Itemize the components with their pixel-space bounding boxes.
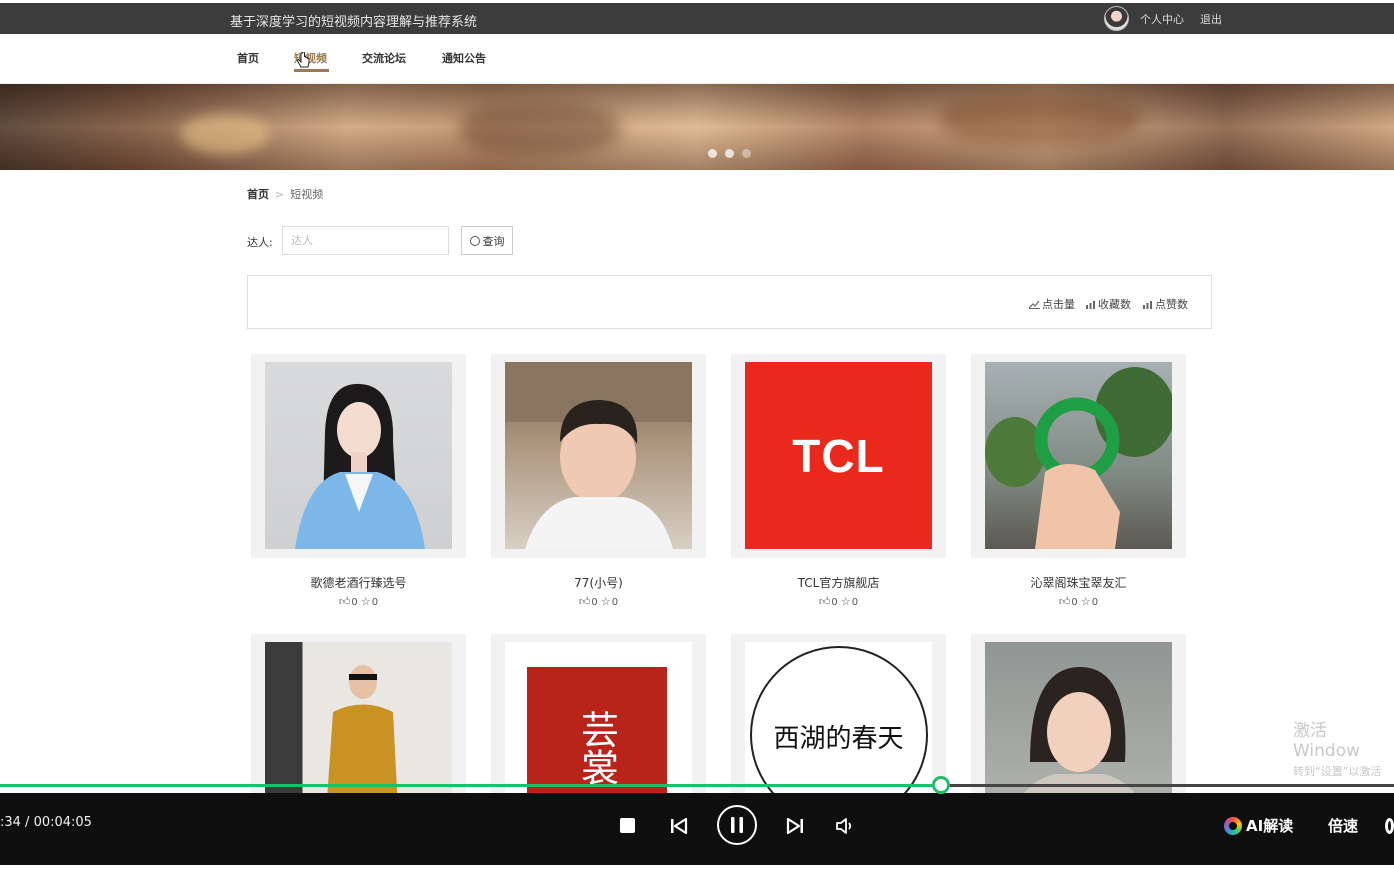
like-count: 0 [591,597,598,608]
carousel-dot[interactable] [708,149,717,158]
logo-text: 西湖的春天 [773,724,904,754]
watermark-line1: 激活 Window [1293,721,1361,761]
carousel-dot[interactable] [742,149,751,158]
sort-favorites-label: 收藏数 [1098,298,1131,311]
stop-button[interactable] [617,815,637,835]
card-stats: 👍︎0 ☆0 [731,595,946,608]
video-card[interactable]: 歌德老酒行臻选号 👍︎0 ☆0 [251,354,466,608]
volume-icon [836,818,852,834]
thumbnail-image: TCL [745,362,932,549]
banner-shape [460,104,620,154]
video-thumbnail[interactable]: TCL [731,354,946,558]
breadcrumb-current: 短视频 [290,188,324,201]
star-icon[interactable]: ☆ [1081,595,1091,608]
sort-likes-label: 点赞数 [1155,298,1188,311]
sort-bar: 点击量 收藏数 点赞数 [247,275,1212,329]
search-input[interactable] [282,226,449,255]
nav-item-home[interactable]: 首页 [237,50,259,66]
progress-handle[interactable] [932,776,950,794]
star-icon[interactable]: ☆ [841,595,851,608]
ai-interpret-label: AI解读 [1246,817,1294,835]
banner-light [180,114,270,154]
ai-logo-icon [1224,816,1242,835]
star-icon[interactable]: ☆ [601,595,611,608]
settings-button[interactable] [1385,815,1394,837]
thumbnail-image [505,362,692,549]
volume-button[interactable] [834,815,856,837]
like-count: 0 [351,597,358,608]
pause-icon [731,817,743,833]
next-button[interactable] [784,815,806,837]
card-title[interactable]: 77(小号) [491,574,706,590]
breadcrumb: 首页 > 短视频 [247,186,323,202]
card-title[interactable]: 沁翠阁珠宝翠友汇 [971,574,1186,590]
carousel-dot[interactable] [725,149,734,158]
previous-button[interactable] [668,815,690,837]
pause-button[interactable] [717,805,757,845]
nav-item-forum[interactable]: 交流论坛 [362,50,406,66]
thumbnail-image [985,362,1172,549]
playback-speed-button[interactable]: 倍速 [1328,815,1358,836]
playback-time: :34 / 00:04:05 [0,815,92,830]
search-label: 达人: [247,236,273,249]
avatar[interactable] [1104,6,1129,31]
like-count: 0 [1071,597,1078,608]
nav-item-notice[interactable]: 通知公告 [442,50,486,66]
video-thumbnail[interactable] [251,354,466,558]
star-count: 0 [371,597,379,608]
sort-favorites[interactable]: 收藏数 [1085,296,1131,312]
thumbs-up-icon[interactable]: 👍︎ [819,595,831,608]
bar-chart-icon [1143,300,1152,309]
star-count: 0 [1091,597,1099,608]
banner-shape [940,94,1140,144]
thumbs-up-icon[interactable]: 👍︎ [579,595,591,608]
breadcrumb-home[interactable]: 首页 [247,188,269,201]
card-title[interactable]: 歌德老酒行臻选号 [251,574,466,590]
sort-clicks-label: 点击量 [1042,298,1075,311]
stop-icon [619,817,635,833]
watermark-line2: 转到“设置”以激活 [1293,765,1382,778]
skip-forward-icon [786,817,803,835]
search-icon [469,235,480,246]
progress-fill [0,784,941,787]
video-thumbnail[interactable] [971,354,1186,558]
thumbs-up-icon[interactable]: 👍︎ [1059,595,1071,608]
trend-icon [1029,300,1040,309]
breadcrumb-separator: > [275,188,285,201]
bar-chart-icon [1086,300,1095,309]
site-title: 基于深度学习的短视频内容理解与推荐系统 [230,15,478,30]
sort-likes[interactable]: 点赞数 [1142,296,1188,312]
hand-cursor-icon [296,52,310,68]
sort-clicks[interactable]: 点击量 [1029,296,1075,312]
card-stats: 👍︎0 ☆0 [491,595,706,608]
video-thumbnail[interactable] [491,354,706,558]
seal-text: 芸裳 [574,710,619,786]
video-card[interactable]: 沁翠阁珠宝翠友汇 👍︎0 ☆0 [971,354,1186,608]
banner-carousel[interactable] [0,84,1394,170]
card-stats: 👍︎0 ☆0 [971,595,1186,608]
thumbs-up-icon[interactable]: 👍︎ [339,595,351,608]
search-button[interactable]: 查询 [461,226,513,255]
activation-watermark: 激活 Window 转到“设置”以激活 [1293,716,1394,779]
thumbnail-image [265,362,452,549]
tcl-logo: TCL [792,429,885,482]
like-count: 0 [831,597,838,608]
main-nav: 首页 短视频 交流论坛 通知公告 [0,34,1394,84]
ai-interpret-button[interactable]: AI解读 [1224,815,1293,836]
star-count: 0 [851,597,859,608]
search-button-label: 查询 [482,234,505,248]
video-player-controls [0,793,1394,865]
user-center-link[interactable]: 个人中心 [1140,11,1184,27]
star-count: 0 [611,597,619,608]
gear-icon [1385,818,1394,834]
card-title[interactable]: TCL官方旗舰店 [731,574,946,590]
logout-link[interactable]: 退出 [1200,11,1222,27]
star-icon[interactable]: ☆ [361,595,371,608]
top-bar: 基于深度学习的短视频内容理解与推荐系统 个人中心 退出 [0,3,1394,34]
video-card[interactable]: TCL TCL官方旗舰店 👍︎0 ☆0 [731,354,946,608]
skip-back-icon [671,817,688,835]
card-stats: 👍︎0 ☆0 [251,595,466,608]
video-card[interactable]: 77(小号) 👍︎0 ☆0 [491,354,706,608]
